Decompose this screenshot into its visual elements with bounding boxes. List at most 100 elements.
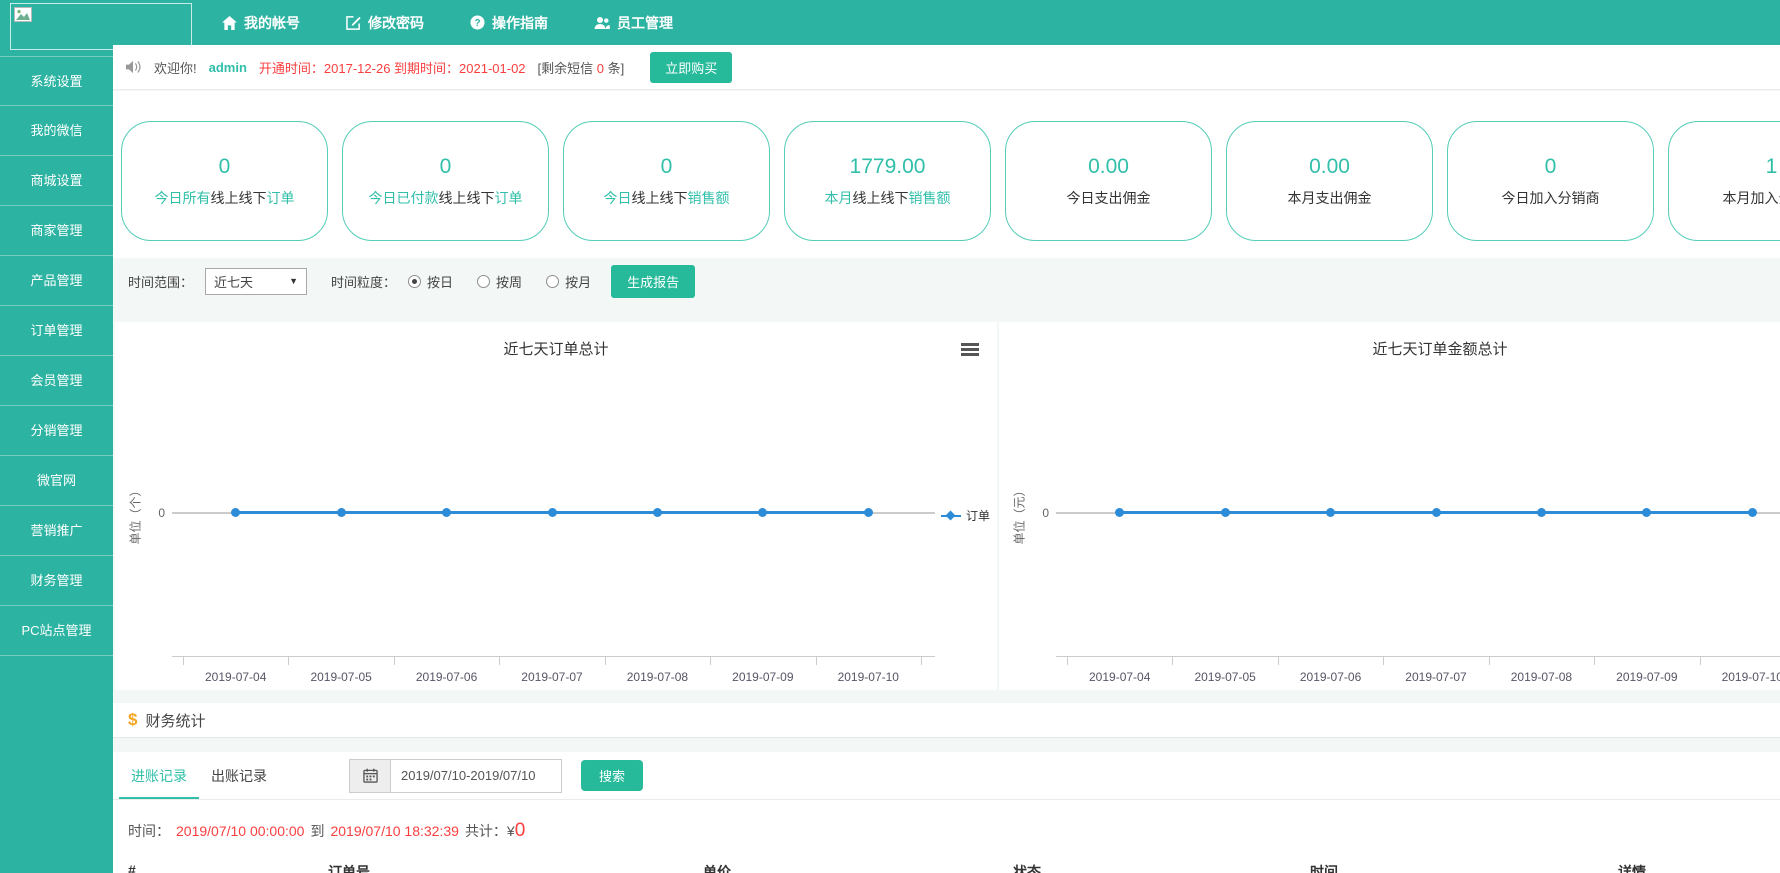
x-axis-label: 2019-07-08: [604, 670, 710, 684]
sidebar-item-product-management[interactable]: 产品管理: [0, 256, 113, 306]
stat-card-month-sales: 1779.00本月线上线下销售额: [784, 121, 991, 241]
stat-card-value: 0: [661, 155, 673, 179]
x-axis-tick: [394, 656, 395, 665]
data-point: [653, 508, 662, 517]
buy-now-button[interactable]: 立即购买: [650, 52, 732, 83]
sidebar-item-finance-management[interactable]: 财务管理: [0, 556, 113, 606]
data-point: [1432, 508, 1441, 517]
granularity-radio-week[interactable]: 按周: [477, 272, 522, 291]
data-point: [1221, 508, 1230, 517]
column-header: 状态: [1013, 862, 1041, 873]
date-range-input[interactable]: [390, 759, 562, 793]
home-icon: [222, 16, 237, 30]
nav-item-label: 操作指南: [492, 13, 548, 33]
tab-expense[interactable]: 出账记录: [199, 753, 279, 799]
time-from: 2019/07/10 00:00:00: [176, 823, 304, 839]
x-axis-label: 2019-07-04: [183, 670, 289, 684]
x-axis-tick: [183, 656, 184, 665]
finance-tabs: 进账记录出账记录: [119, 753, 279, 799]
x-axis-label: 2019-07-08: [1488, 670, 1594, 684]
nav-item-my-account[interactable]: 我的帐号: [222, 13, 300, 33]
x-axis-label: 2019-07-07: [499, 670, 605, 684]
nav-menu: 我的帐号 修改密码? 操作指南 员工管理: [222, 0, 673, 45]
broken-image-icon: [14, 7, 32, 27]
welcome-bar: 欢迎你! admin 开通时间：2017-12-26 到期时间：2021-01-…: [113, 45, 1780, 90]
data-point: [231, 508, 240, 517]
time-range-value: 近七天: [214, 272, 289, 291]
sidebar-item-pc-site-management[interactable]: PC站点管理: [0, 606, 113, 656]
data-point: [1748, 508, 1757, 517]
sidebar-item-mall-settings[interactable]: 商城设置: [0, 156, 113, 206]
stat-card-label: 今日加入分销商: [1502, 188, 1600, 208]
tab-income[interactable]: 进账记录: [119, 753, 199, 799]
data-point: [1537, 508, 1546, 517]
stat-card-today-new-distributors: 0今日加入分销商: [1447, 121, 1654, 241]
stat-cards-row: 0今日所有线上线下订单0今日已付款线上线下订单0今日线上线下销售额1779.00…: [113, 91, 1780, 241]
sidebar-item-member-management[interactable]: 会员管理: [0, 356, 113, 406]
x-axis-label: 2019-07-05: [1172, 670, 1278, 684]
sidebar-item-micro-site[interactable]: 微官网: [0, 456, 113, 506]
svg-text:?: ?: [474, 18, 480, 29]
stat-card-value: 0: [219, 155, 231, 179]
search-button[interactable]: 搜索: [581, 760, 643, 791]
sidebar-item-order-management[interactable]: 订单管理: [0, 306, 113, 356]
granularity-radio-day[interactable]: 按日: [408, 272, 453, 291]
y-axis-label: 单位（个）: [127, 470, 144, 560]
column-header: #: [128, 862, 136, 873]
question-icon: ?: [470, 15, 485, 30]
to-word: 到: [310, 821, 324, 841]
x-axis-label: 2019-07-09: [710, 670, 816, 684]
calendar-icon[interactable]: [349, 759, 390, 793]
stat-card-label: 今日所有线上线下订单: [155, 188, 295, 208]
legend-item[interactable]: 订单: [941, 507, 990, 524]
stat-card-value: 0: [440, 155, 452, 179]
generate-report-button[interactable]: 生成报告: [611, 265, 695, 298]
filter-bar: 时间范围： 近七天 ▼ 时间粒度： 按日按周按月 生成报告: [113, 258, 1780, 304]
sms-count: 0: [597, 61, 604, 76]
chart-menu-icon[interactable]: [961, 342, 981, 357]
x-axis-tick: [1594, 656, 1595, 665]
stat-card-label: 本月线上线下销售额: [825, 188, 951, 208]
stat-card-today-paid-orders: 0今日已付款线上线下订单: [342, 121, 549, 241]
sidebar-item-distribution-management[interactable]: 分销管理: [0, 406, 113, 456]
nav-item-change-password[interactable]: 修改密码: [346, 13, 424, 33]
granularity-radios: 按日 按周 按月: [408, 272, 591, 291]
nav-item-staff-management[interactable]: 员工管理: [594, 13, 673, 33]
chart-panel-2: 近七天订单金额总计单位（元）02019-07-042019-07-052019-…: [999, 322, 1780, 690]
x-axis-tick: [605, 656, 606, 665]
finance-records-panel: 进账记录出账记录 搜索 时间： 2019/07/10 00:00:00 到 20…: [113, 752, 1780, 873]
time-label: 时间：: [128, 821, 170, 841]
logo: [10, 3, 192, 50]
granularity-label: 时间粒度：: [331, 272, 396, 291]
x-axis-tick: [1383, 656, 1384, 665]
users-icon: [594, 16, 610, 30]
account-period: 开通时间：2017-12-26 到期时间：2021-01-02: [259, 58, 526, 77]
date-range-picker: [349, 759, 562, 793]
data-point: [864, 508, 873, 517]
radio-icon: [546, 275, 559, 288]
sidebar-item-marketing-promotion[interactable]: 营销推广: [0, 506, 113, 556]
x-axis-label: 2019-07-05: [288, 670, 394, 684]
nav-item-label: 我的帐号: [244, 13, 300, 33]
welcome-greeting: 欢迎你!: [154, 58, 197, 77]
nav-item-operation-guide[interactable]: ? 操作指南: [470, 13, 548, 33]
radio-icon: [408, 275, 421, 288]
stat-card-value: 0.00: [1309, 155, 1350, 179]
x-axis-tick: [1278, 656, 1279, 665]
x-axis-label: 2019-07-06: [394, 670, 500, 684]
sidebar-item-my-wechat[interactable]: 我的微信: [0, 106, 113, 156]
x-axis-tick: [1489, 656, 1490, 665]
data-point: [337, 508, 346, 517]
stat-card-label: 今日支出佣金: [1067, 188, 1151, 208]
sidebar-item-merchant-management[interactable]: 商家管理: [0, 206, 113, 256]
x-axis-tick: [1067, 656, 1068, 665]
granularity-radio-month[interactable]: 按月: [546, 272, 591, 291]
sidebar-item-system-settings[interactable]: 系统设置: [0, 56, 113, 106]
x-axis-tick: [710, 656, 711, 665]
x-axis-label: 2019-07-06: [1278, 670, 1384, 684]
dollar-icon: $: [128, 710, 137, 730]
y-axis-label: 单位（元）: [1011, 470, 1028, 560]
time-range-select[interactable]: 近七天 ▼: [205, 268, 307, 295]
total-value: 0: [515, 820, 526, 842]
chart-title: 近七天订单金额总计: [999, 338, 1780, 359]
